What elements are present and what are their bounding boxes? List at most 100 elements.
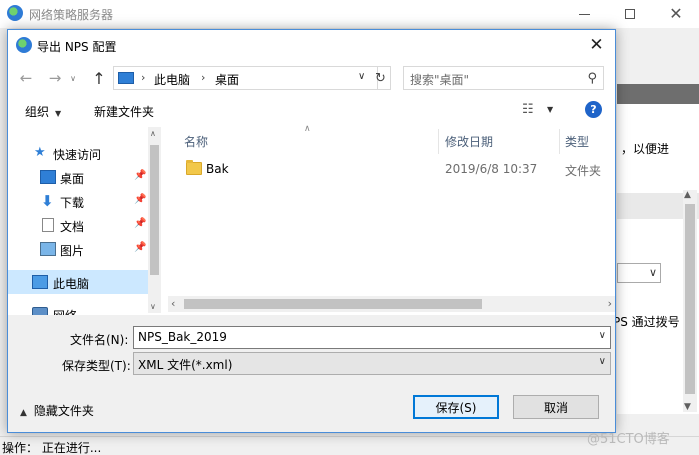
sidebar-item-label: 图片 <box>60 244 85 258</box>
search-input[interactable]: 搜索"桌面" ⚲ <box>403 66 604 90</box>
navigation-pane: ★ 快速访问 桌面 📌 ⬇ 下载 📌 文档 📌 图片 📌 此电脑 <box>8 125 161 315</box>
sidebar-item-desktop[interactable]: 桌面 📌 <box>8 165 148 189</box>
breadcrumb-separator[interactable]: › <box>141 71 145 84</box>
pin-icon: 📌 <box>134 242 147 253</box>
sidebar-item-this-pc[interactable]: 此电脑 <box>8 270 148 294</box>
up-button[interactable]: ↑ <box>89 68 109 88</box>
column-divider[interactable] <box>559 129 560 154</box>
arrow-left-icon: ← <box>19 69 33 87</box>
background-panel-header <box>617 84 699 104</box>
status-value: 正在进行... <box>41 441 102 455</box>
desktop-icon <box>40 170 56 184</box>
recent-locations-button[interactable]: ∨ <box>66 68 80 88</box>
export-nps-dialog: 导出 NPS 配置 ✕ ← → ∨ ↑ › 此电脑 › 桌面 ∨ ↻ 搜索"桌面… <box>7 29 616 433</box>
refresh-icon: ↻ <box>375 70 386 86</box>
scroll-down-icon[interactable]: ▼ <box>684 402 691 412</box>
document-icon <box>42 218 54 232</box>
caret-up-icon: ▲ <box>20 408 27 418</box>
scroll-up-icon[interactable]: ▲ <box>684 190 691 200</box>
address-dropdown-icon[interactable]: ∨ <box>358 71 365 82</box>
hide-folders-toggle[interactable]: ▲ 隐藏文件夹 <box>20 402 94 419</box>
star-icon: ★ <box>34 145 46 160</box>
sidebar-item-pictures[interactable]: 图片 📌 <box>8 237 148 261</box>
dialog-titlebar: 导出 NPS 配置 ✕ <box>8 30 615 60</box>
scrollbar-thumb[interactable] <box>184 299 482 309</box>
sidebar-item-downloads[interactable]: ⬇ 下载 📌 <box>8 189 148 213</box>
minimize-button[interactable] <box>561 0 607 28</box>
background-dropdown[interactable]: ∨ <box>617 263 661 283</box>
cancel-button[interactable]: 取消 <box>513 395 599 419</box>
filetype-value: XML 文件(*.xml) <box>138 358 233 372</box>
file-list-scrollbar[interactable]: ‹ › <box>168 296 615 312</box>
scroll-left-icon[interactable]: ‹ <box>171 297 175 310</box>
background-text: PS 通过拨号 <box>613 315 680 329</box>
back-button[interactable]: ← <box>16 68 36 88</box>
maximize-icon <box>625 9 635 19</box>
search-icon: ⚲ <box>587 71 597 86</box>
filename-label: 文件名(N): <box>70 333 129 347</box>
folder-icon <box>186 160 202 175</box>
computer-icon <box>118 72 134 84</box>
view-options-icon[interactable]: ☷ <box>522 102 534 117</box>
status-text: 操作： 正在进行... <box>2 439 101 455</box>
sidebar-item-label: 快速访问 <box>53 148 102 162</box>
arrow-right-icon: → <box>48 69 62 87</box>
sidebar-item-label: 此电脑 <box>53 277 90 291</box>
column-divider[interactable] <box>438 129 439 154</box>
scrollbar-thumb[interactable] <box>685 204 695 394</box>
chevron-down-icon: ∨ <box>648 266 657 279</box>
minimize-icon <box>578 13 590 15</box>
organize-menu[interactable]: 组织 ▼ <box>25 103 61 120</box>
scroll-down-icon[interactable]: ∨ <box>150 302 156 311</box>
hide-folders-label: 隐藏文件夹 <box>33 404 94 418</box>
breadcrumb-this-pc[interactable]: 此电脑 <box>154 71 190 88</box>
sidebar-item-label: 网络 <box>53 307 77 315</box>
save-button[interactable]: 保存(S) <box>413 395 499 419</box>
dialog-close-button[interactable]: ✕ <box>578 30 615 60</box>
status-label: 操作： <box>2 441 39 455</box>
file-type: 文件夹 <box>565 164 602 178</box>
sidebar-item-label: 文档 <box>60 220 85 234</box>
sidebar-item-network[interactable]: 网络 <box>8 302 148 315</box>
scroll-up-icon[interactable]: ∧ <box>150 129 156 138</box>
forward-button[interactable]: → <box>45 68 65 88</box>
filename-field[interactable]: NPS_Bak_2019 ∨ <box>133 326 611 349</box>
maximize-button[interactable] <box>607 0 653 28</box>
column-header-name[interactable]: 名称 <box>184 133 208 150</box>
navigation-scrollbar[interactable]: ∧ ∨ <box>148 127 161 313</box>
background-text: ，以便进 <box>621 142 670 156</box>
sidebar-item-quick-access[interactable]: ★ 快速访问 <box>8 141 148 165</box>
breadcrumb-separator[interactable]: › <box>201 71 205 84</box>
address-bar[interactable]: › 此电脑 › 桌面 ∨ <box>113 66 378 90</box>
help-button[interactable]: ? <box>585 101 602 118</box>
refresh-button[interactable]: ↻ <box>371 66 391 90</box>
watermark: @51CTO博客 <box>587 432 670 447</box>
file-name: Bak <box>206 162 229 176</box>
background-scrollbar[interactable]: ▲ ▼ <box>683 190 697 412</box>
network-icon <box>32 307 48 315</box>
chevron-down-icon[interactable]: ∨ <box>599 330 606 341</box>
pin-icon: 📌 <box>134 170 147 181</box>
new-folder-button[interactable]: 新建文件夹 <box>94 103 154 120</box>
scrollbar-thumb[interactable] <box>150 145 159 275</box>
column-header-modified[interactable]: 修改日期 <box>445 133 493 150</box>
pictures-icon <box>40 242 56 256</box>
column-header-type[interactable]: 类型 <box>565 133 589 150</box>
filetype-select[interactable]: XML 文件(*.xml) ∨ <box>133 352 611 375</box>
save-form: 文件名(N): NPS_Bak_2019 ∨ 保存类型(T): XML 文件(*… <box>8 315 615 375</box>
window-close-button[interactable]: ✕ <box>653 0 699 28</box>
nps-app-icon <box>7 5 23 21</box>
scroll-right-icon[interactable]: › <box>608 297 612 310</box>
dialog-title: 导出 NPS 配置 <box>37 40 117 54</box>
pin-icon: 📌 <box>134 194 147 205</box>
caret-down-icon: ▼ <box>55 109 62 118</box>
sidebar-item-documents[interactable]: 文档 📌 <box>8 213 148 237</box>
file-modified: 2019/6/8 10:37 <box>445 162 538 176</box>
organize-label: 组织 <box>25 105 50 119</box>
sidebar-item-label: 桌面 <box>60 172 85 186</box>
download-icon: ⬇ <box>41 192 54 210</box>
filename-value: NPS_Bak_2019 <box>138 330 227 344</box>
caret-down-icon[interactable]: ▼ <box>547 105 553 114</box>
breadcrumb-desktop[interactable]: 桌面 <box>215 71 239 88</box>
list-item[interactable]: Bak 2019/6/8 10:37 文件夹 <box>173 157 615 181</box>
